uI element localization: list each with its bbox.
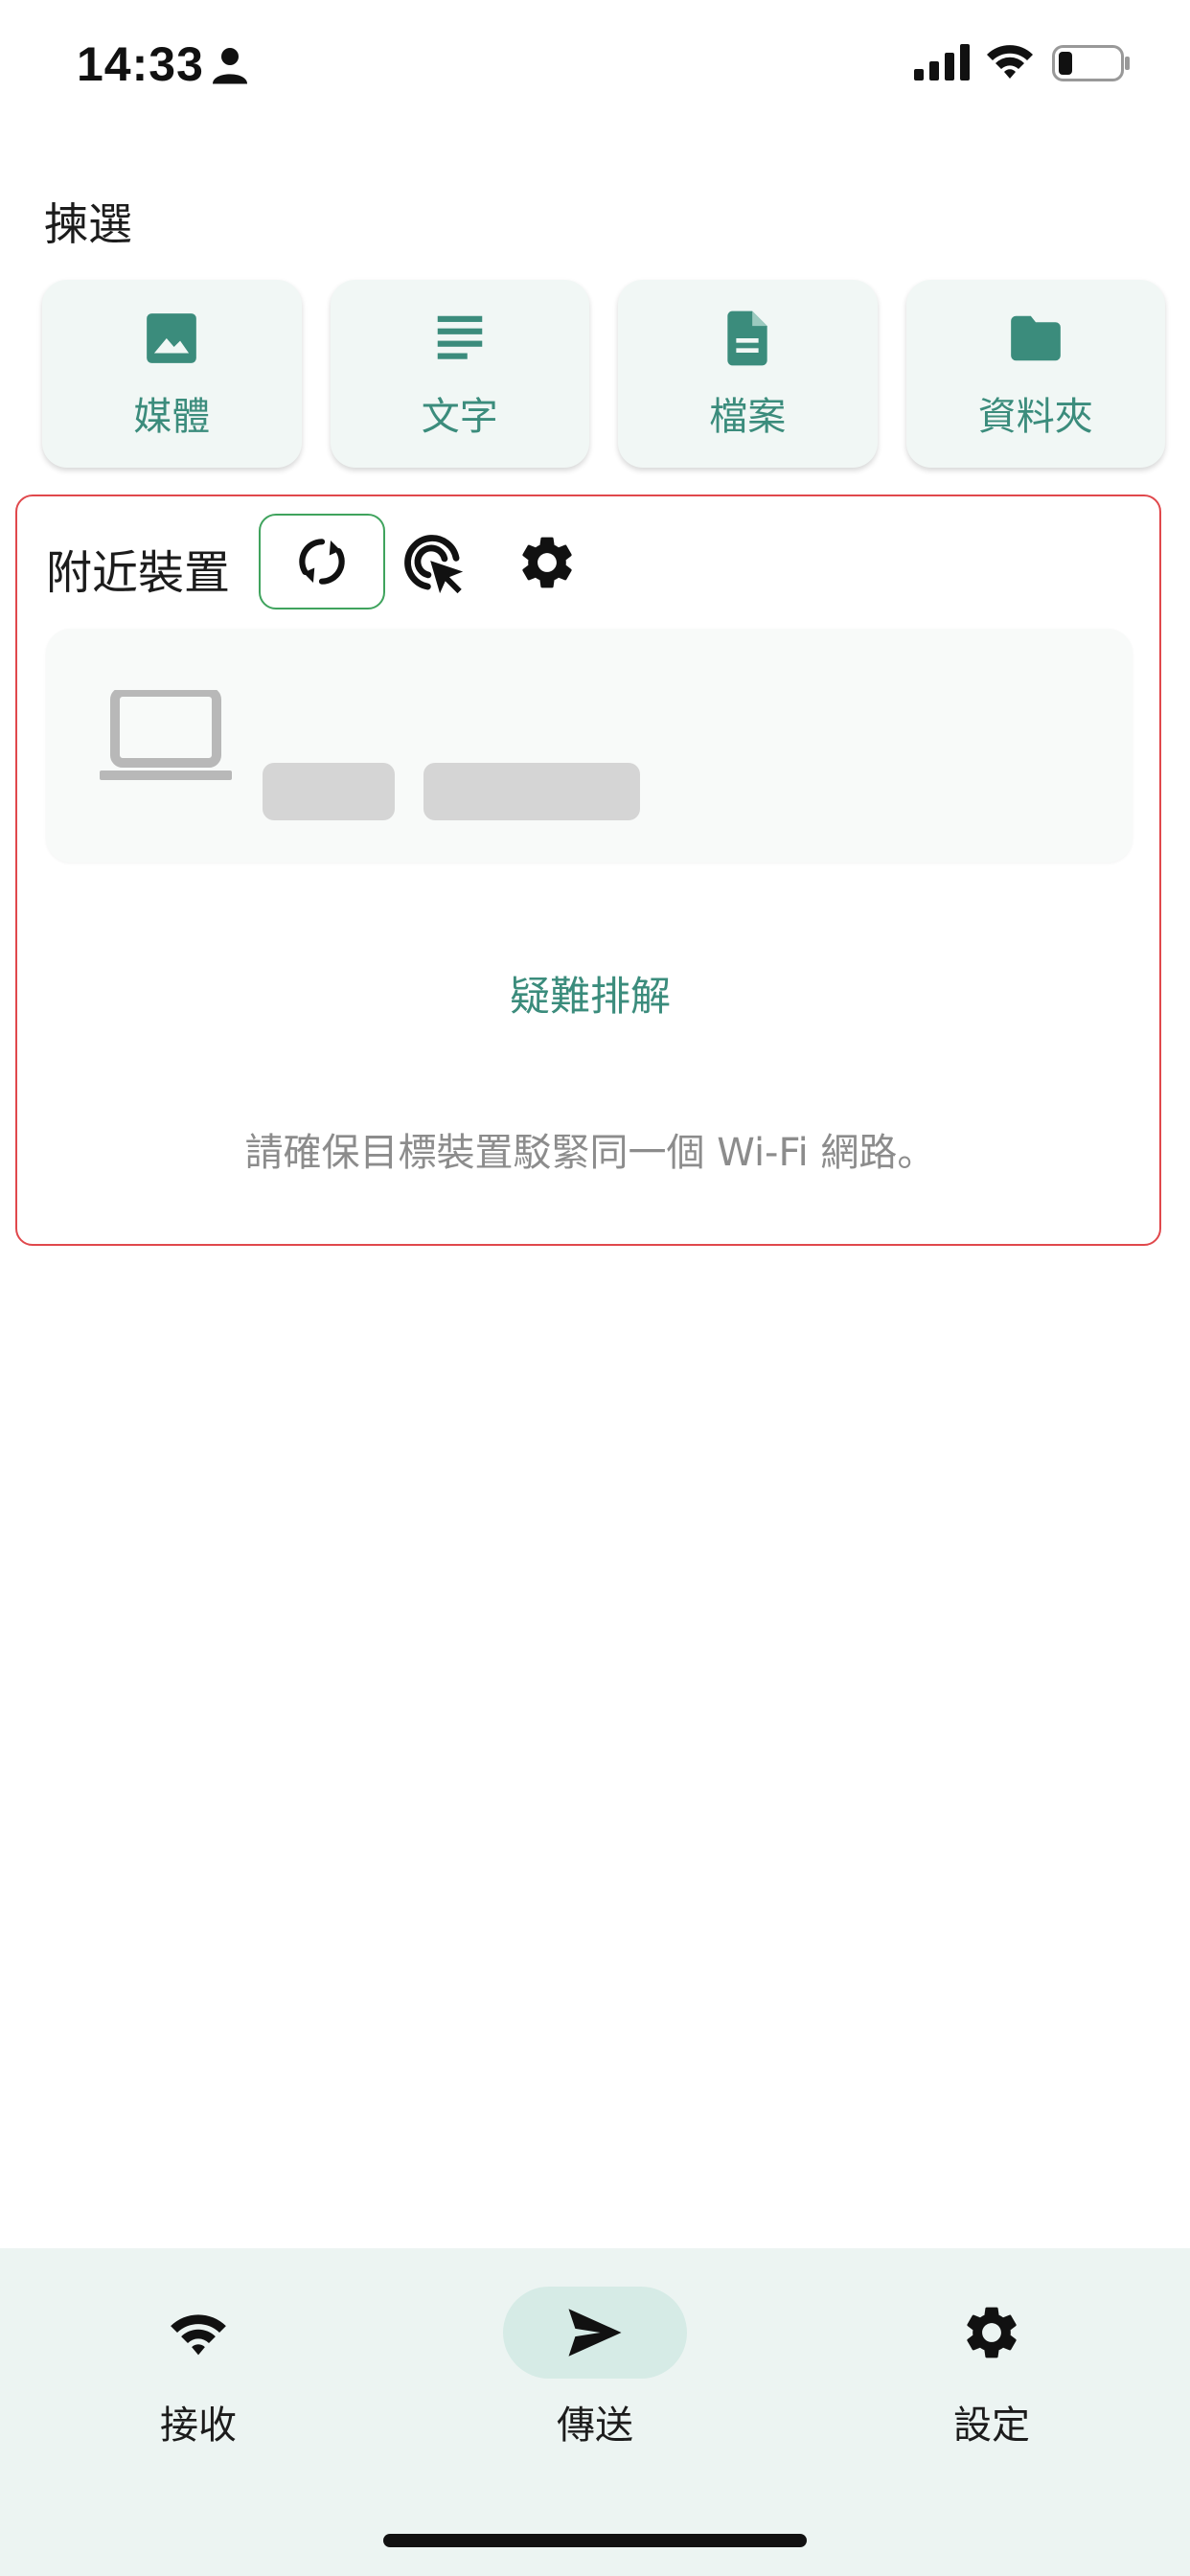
status-time: 14:33 bbox=[77, 37, 204, 91]
laptop-icon bbox=[100, 690, 232, 780]
pick-folder-button[interactable]: 資料夾 bbox=[905, 280, 1165, 468]
device-name-skeleton bbox=[263, 763, 395, 820]
send-icon bbox=[568, 2309, 622, 2357]
home-indicator bbox=[383, 2534, 807, 2547]
nav-send-icon-wrap bbox=[503, 2287, 687, 2379]
bottom-navigation: 接收 傳送 設定 bbox=[0, 2248, 1190, 2576]
gear-icon bbox=[967, 2307, 1017, 2358]
gear-icon[interactable] bbox=[515, 531, 579, 594]
device-info-skeleton bbox=[423, 763, 640, 820]
text-lines-icon bbox=[437, 315, 482, 359]
nav-receive[interactable]: 接收 bbox=[83, 2287, 313, 2450]
refresh-icon bbox=[299, 539, 345, 585]
nearby-devices-panel: 附近裝置 疑難排解 請確保目標裝置駁緊同一個 Wi-Fi 網路。 bbox=[15, 494, 1161, 1246]
pick-file-label: 檔案 bbox=[709, 395, 787, 439]
pick-media-label: 媒體 bbox=[133, 395, 211, 439]
wifi-icon bbox=[171, 2314, 226, 2356]
pick-file-button[interactable]: 檔案 bbox=[618, 280, 878, 468]
status-bar: 14:33 bbox=[0, 0, 1190, 134]
image-icon bbox=[147, 313, 197, 363]
nav-send-label: 傳送 bbox=[557, 2404, 633, 2448]
nav-settings[interactable]: 設定 bbox=[877, 2287, 1107, 2450]
refresh-button[interactable] bbox=[259, 514, 385, 610]
nav-send[interactable]: 傳送 bbox=[480, 2287, 710, 2450]
nav-receive-label: 接收 bbox=[160, 2404, 237, 2448]
troubleshoot-link[interactable]: 疑難排解 bbox=[17, 964, 1163, 1023]
pick-text-button[interactable]: 文字 bbox=[330, 280, 589, 468]
pick-text-label: 文字 bbox=[421, 395, 498, 439]
wifi-status-icon bbox=[987, 45, 1033, 79]
pick-section-title: 揀選 bbox=[44, 198, 132, 250]
wifi-hint-text: 請確保目標裝置駁緊同一個 Wi-Fi 網路。 bbox=[244, 1131, 936, 1175]
nav-receive-icon-wrap bbox=[106, 2287, 290, 2379]
nav-settings-label: 設定 bbox=[953, 2404, 1030, 2448]
folder-icon bbox=[1010, 315, 1061, 361]
file-icon bbox=[727, 310, 767, 366]
nav-settings-icon-wrap bbox=[900, 2287, 1084, 2379]
target-cursor-icon[interactable] bbox=[400, 531, 466, 596]
device-placeholder-card bbox=[46, 629, 1133, 862]
nearby-devices-title: 附近裝置 bbox=[46, 546, 231, 600]
pick-folder-label: 資料夾 bbox=[977, 395, 1093, 439]
pick-media-button[interactable]: 媒體 bbox=[42, 280, 302, 468]
signal-icon bbox=[914, 44, 970, 80]
pick-options: 媒體 文字 檔案 資料夾 bbox=[42, 280, 1165, 470]
battery-icon bbox=[1052, 45, 1130, 81]
person-icon bbox=[213, 48, 247, 84]
